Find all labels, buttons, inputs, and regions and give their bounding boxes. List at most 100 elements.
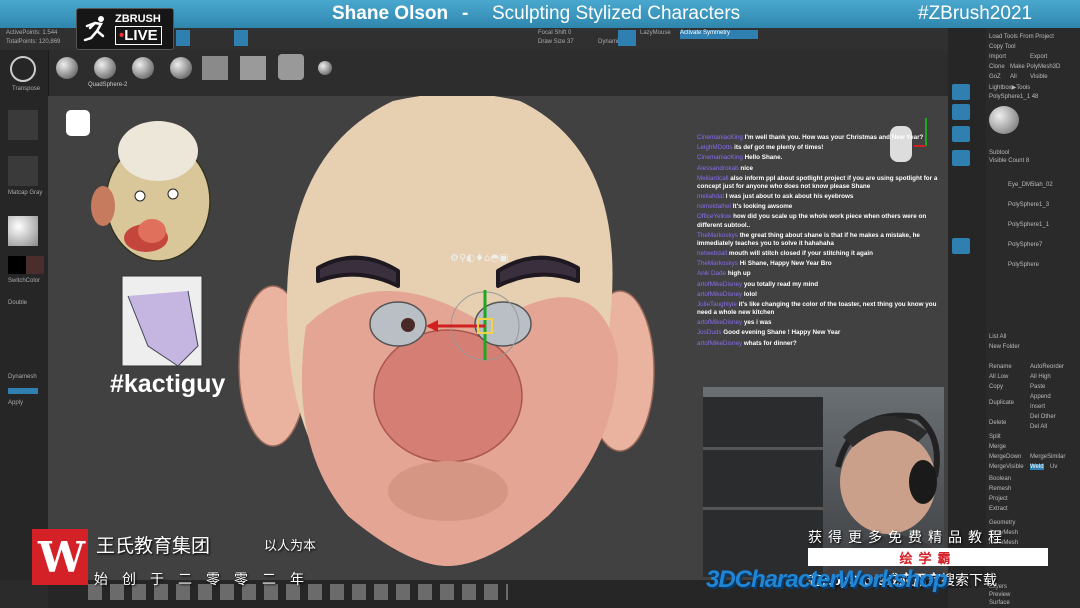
rotate-button[interactable] bbox=[952, 150, 970, 166]
current-tool-slider[interactable]: PolySphere1_1 48 bbox=[989, 94, 1038, 100]
dynamesh-button[interactable] bbox=[8, 388, 38, 394]
head-sculpt bbox=[238, 93, 655, 566]
geometry-section[interactable]: Geometry bbox=[989, 520, 1015, 526]
extract-button[interactable]: Extract bbox=[989, 506, 1008, 512]
subtool-item[interactable]: PolySphere bbox=[1008, 262, 1039, 268]
split-button[interactable]: Split bbox=[989, 434, 1001, 440]
gizmo-toolbar-icons[interactable]: ⚙⚲◐♦⌂◓▣ bbox=[450, 253, 509, 264]
list-all-button[interactable]: List All bbox=[989, 334, 1006, 340]
chat-username[interactable]: Anik Dade bbox=[697, 270, 726, 277]
texture-swatch[interactable] bbox=[8, 156, 38, 186]
brush-thumbnail[interactable] bbox=[132, 57, 154, 79]
all-low-button[interactable]: All Low bbox=[989, 374, 1008, 380]
double-label[interactable]: Double bbox=[8, 300, 27, 306]
chat-username[interactable]: CinemaniacKing bbox=[697, 154, 743, 161]
new-folder-button[interactable]: New Folder bbox=[989, 344, 1020, 350]
brush-thumbnail[interactable] bbox=[94, 57, 116, 79]
chat-username[interactable]: Alessandrokab bbox=[697, 165, 739, 172]
merge-down-button[interactable]: MergeDown bbox=[989, 454, 1021, 460]
move-button[interactable] bbox=[952, 104, 970, 120]
weld-button[interactable]: Weld bbox=[1030, 464, 1044, 470]
secondary-color-swatch[interactable] bbox=[26, 256, 44, 274]
tool-thumbnail[interactable] bbox=[989, 106, 1019, 134]
del-all-button[interactable]: Del All bbox=[1030, 424, 1047, 430]
boolean-button[interactable]: Boolean bbox=[989, 476, 1011, 482]
chat-username[interactable]: OfficeYellow bbox=[697, 213, 731, 220]
chat-username[interactable]: netwebdall bbox=[697, 250, 727, 257]
chat-username[interactable]: meliahdal bbox=[697, 193, 724, 200]
symmetry-button[interactable]: Activate Symmetry bbox=[680, 30, 758, 39]
make-polymesh-button[interactable]: Make PolyMesh3D bbox=[1010, 64, 1060, 70]
brush-thumbnail[interactable] bbox=[170, 57, 192, 79]
chat-username[interactable]: artofMikeDisney bbox=[697, 281, 742, 288]
chat-username[interactable]: nomeldalhel bbox=[697, 203, 731, 210]
rotate-mode-button[interactable] bbox=[234, 30, 248, 46]
chat-username[interactable]: artofMikeDisney bbox=[697, 340, 742, 347]
cube-thumbnail[interactable] bbox=[240, 56, 266, 80]
material-swatch[interactable] bbox=[8, 110, 38, 140]
chat-username[interactable]: artofMikeDisney bbox=[697, 291, 742, 298]
subtool-item[interactable]: PolySphere1_3 bbox=[1008, 202, 1049, 208]
rename-button[interactable]: Rename bbox=[989, 364, 1012, 370]
cube-thumbnail[interactable] bbox=[202, 56, 228, 80]
preview-section[interactable]: Preview bbox=[989, 592, 1010, 598]
surface-section[interactable]: Surface bbox=[989, 600, 1010, 606]
chat-text: its def got me plenty of times! bbox=[734, 144, 824, 152]
all-button[interactable]: All bbox=[1010, 74, 1017, 80]
lazy-mouse-button[interactable]: LazyMouse bbox=[640, 30, 671, 36]
chat-username[interactable]: CinemaniacKing bbox=[697, 134, 743, 141]
cylinder-thumbnail[interactable] bbox=[278, 54, 304, 80]
transpose-icon[interactable] bbox=[10, 56, 36, 82]
edit-mode-button[interactable] bbox=[176, 30, 190, 46]
subtool-item[interactable]: Eye_DM5tah_02 bbox=[1008, 182, 1053, 188]
subtool-item[interactable]: PolySphere7 bbox=[1008, 242, 1042, 248]
merge-visible-button[interactable]: MergeVisible bbox=[989, 464, 1024, 470]
matcap-swatch[interactable] bbox=[8, 216, 38, 246]
copy-button[interactable]: Copy bbox=[989, 384, 1003, 390]
import-button[interactable]: Import bbox=[989, 54, 1006, 60]
primary-color-swatch[interactable] bbox=[8, 256, 26, 274]
load-tools-button[interactable]: Load Tools From Project bbox=[989, 34, 1054, 40]
paste-button[interactable]: Paste bbox=[1030, 384, 1045, 390]
delete-button[interactable]: Delete bbox=[989, 420, 1006, 426]
subtool-item[interactable]: PolySphere1_1 bbox=[1008, 222, 1049, 228]
chat-username[interactable]: artofMikeDisney bbox=[697, 319, 742, 326]
insert-button[interactable]: Insert bbox=[1030, 404, 1045, 410]
chat-username[interactable]: LeighMDotts bbox=[697, 144, 732, 151]
tool-palette: Load Tools From Project Copy Tool Import… bbox=[986, 28, 1080, 608]
lazy-mouse-icon[interactable] bbox=[618, 30, 636, 46]
frame-button[interactable] bbox=[952, 84, 970, 100]
subtool-header[interactable]: Subtool bbox=[989, 150, 1009, 156]
focal-shift-slider[interactable]: Focal Shift 0 bbox=[538, 30, 571, 36]
visible-button[interactable]: Visible bbox=[1030, 74, 1048, 80]
del-other-button[interactable]: Del Other bbox=[1030, 414, 1056, 420]
append-button[interactable]: Append bbox=[1030, 394, 1051, 400]
uv-button[interactable]: Uv bbox=[1050, 464, 1057, 470]
brush-thumbnail[interactable] bbox=[318, 61, 332, 75]
project-button[interactable]: Project bbox=[989, 496, 1008, 502]
chat-username[interactable]: TheMarkoskys bbox=[697, 260, 738, 267]
draw-size-slider[interactable]: Draw Size 37 bbox=[538, 39, 574, 45]
character-workshop-logo: 3DCharacterWorkshop bbox=[706, 566, 948, 593]
chat-username[interactable]: JosDuds bbox=[697, 329, 722, 336]
chat-username[interactable]: TheMarkoskys bbox=[697, 232, 738, 239]
merge-similar-button[interactable]: MergeSimilar bbox=[1030, 454, 1065, 460]
auto-reorder-button[interactable]: AutoReorder bbox=[1030, 364, 1064, 370]
copy-tool-button[interactable]: Copy Tool bbox=[989, 44, 1016, 50]
all-high-button[interactable]: All High bbox=[1030, 374, 1051, 380]
polyf-button[interactable] bbox=[952, 238, 970, 254]
export-button[interactable]: Export bbox=[1030, 54, 1047, 60]
chat-username[interactable]: Meiliardcall bbox=[697, 175, 729, 182]
chat-text: how did you scale up the whole work piec… bbox=[697, 213, 927, 229]
merge-button[interactable]: Merge bbox=[989, 444, 1006, 450]
switch-color-label[interactable]: SwitchColor bbox=[8, 278, 40, 284]
chat-username[interactable]: JulieTaughtyle bbox=[697, 301, 737, 308]
brush-thumbnail[interactable] bbox=[56, 57, 78, 79]
apply-button[interactable]: Apply bbox=[8, 400, 23, 406]
scale-button[interactable] bbox=[952, 126, 970, 142]
goz-button[interactable]: GoZ bbox=[989, 74, 1001, 80]
duplicate-button[interactable]: Duplicate bbox=[989, 400, 1014, 406]
remesh-button[interactable]: Remesh bbox=[989, 486, 1011, 492]
lightbox-tools-button[interactable]: Lightbox▶Tools bbox=[989, 84, 1030, 91]
clone-button[interactable]: Clone bbox=[989, 64, 1005, 70]
